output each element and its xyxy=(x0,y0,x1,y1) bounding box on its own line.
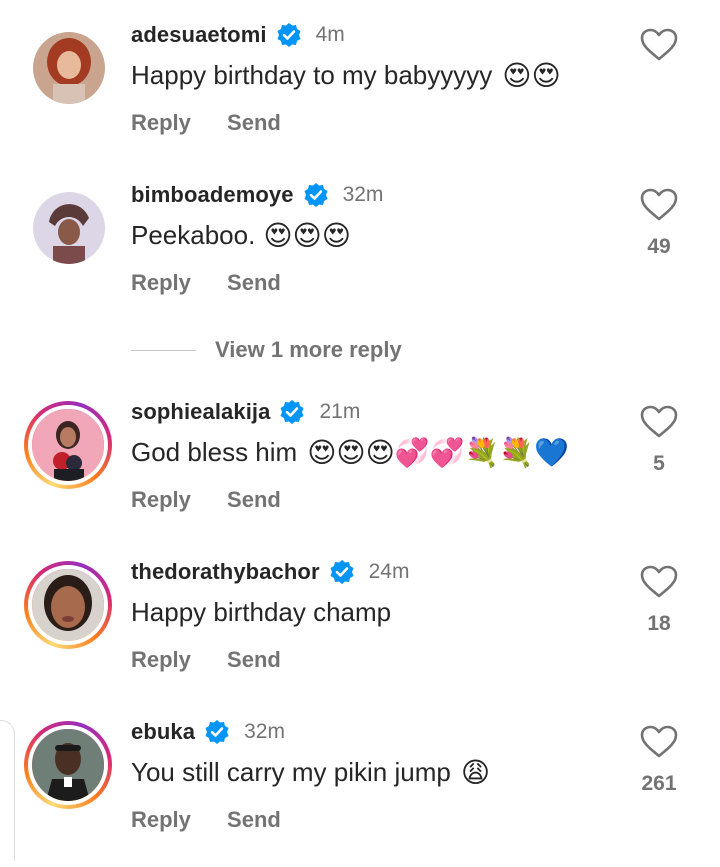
verified-badge-icon xyxy=(277,23,301,47)
heart-outline-icon[interactable] xyxy=(640,28,678,62)
comment-actions: Reply Send xyxy=(131,110,281,136)
comment-body: Happy birthday champ xyxy=(131,597,392,627)
send-button[interactable]: Send xyxy=(227,487,281,512)
heart-outline-icon[interactable] xyxy=(640,405,678,439)
heart-outline-icon[interactable] xyxy=(640,188,678,222)
likes-count: 18 xyxy=(647,612,671,635)
comment-actions: Reply Send xyxy=(131,807,281,833)
avatar[interactable] xyxy=(24,721,112,809)
username[interactable]: thedorathybachor xyxy=(131,559,320,585)
avatar-image xyxy=(33,32,105,104)
verified-badge-icon xyxy=(205,720,229,744)
reply-button[interactable]: Reply xyxy=(131,647,191,672)
username[interactable]: sophiealakija xyxy=(131,399,270,425)
comment-time: 4m xyxy=(315,23,345,46)
comment-emojis: 😩 xyxy=(460,755,491,789)
likes-count: 49 xyxy=(647,235,671,258)
view-more-replies-label[interactable]: View 1 more reply xyxy=(215,337,402,363)
heart-outline-icon[interactable] xyxy=(640,565,678,599)
avatar[interactable] xyxy=(33,192,105,264)
comment-actions: Reply Send xyxy=(131,487,281,513)
avatar[interactable] xyxy=(24,401,112,489)
comment-header: ebuka 32m xyxy=(131,717,285,747)
username[interactable]: ebuka xyxy=(131,719,195,745)
comment-emojis: 😍😍😍 xyxy=(263,218,351,252)
comment-header: adesuaetomi 4m xyxy=(131,20,345,50)
verified-badge-icon xyxy=(280,400,304,424)
avatar[interactable] xyxy=(33,32,105,104)
comment-item: sophiealakija 21m God bless him 😍😍😍💞💞💐💐💙… xyxy=(0,397,720,547)
comment-header: thedorathybachor 24m xyxy=(131,557,409,587)
comment-emojis: 😍😍 xyxy=(502,58,561,92)
comment-header: sophiealakija 21m xyxy=(131,397,360,427)
avatar-image xyxy=(28,725,108,805)
comment-actions: Reply Send xyxy=(131,647,281,673)
comment-header: bimboademoye 32m xyxy=(131,180,383,210)
comment-time: 32m xyxy=(244,720,285,743)
avatar-image xyxy=(28,565,108,645)
comment-time: 32m xyxy=(342,183,384,206)
comment-body: God bless him xyxy=(131,437,298,467)
comment-time: 24m xyxy=(368,560,410,583)
username[interactable]: adesuaetomi xyxy=(131,22,267,48)
reply-button[interactable]: Reply xyxy=(131,807,191,832)
likes-count: 5 xyxy=(653,452,665,475)
comment-emojis: 😍😍😍💞💞💐💐💙 xyxy=(307,435,570,469)
comment-actions: Reply Send xyxy=(131,270,281,296)
reply-button[interactable]: Reply xyxy=(131,487,191,512)
heart-outline-icon[interactable] xyxy=(640,725,678,759)
comment-text: You still carry my pikin jump 😩 xyxy=(131,757,490,788)
comment-item: bimboademoye 32m Peekaboo. 😍😍😍 Reply Sen… xyxy=(0,180,720,330)
verified-badge-icon xyxy=(330,560,354,584)
comment-item: thedorathybachor 24m Happy birthday cham… xyxy=(0,557,720,707)
comment-time: 21m xyxy=(319,400,361,423)
avatar-image xyxy=(28,405,108,485)
view-more-replies[interactable]: View 1 more reply xyxy=(131,335,402,365)
comment-body: Peekaboo. xyxy=(131,220,256,250)
send-button[interactable]: Send xyxy=(227,110,281,135)
reply-button[interactable]: Reply xyxy=(131,110,191,135)
divider xyxy=(131,349,196,351)
reply-button[interactable]: Reply xyxy=(131,270,191,295)
verified-badge-icon xyxy=(304,183,328,207)
likes-count: 261 xyxy=(641,772,677,795)
username[interactable]: bimboademoye xyxy=(131,182,294,208)
send-button[interactable]: Send xyxy=(227,270,281,295)
comment-text: Happy birthday to my babyyyyy 😍😍 xyxy=(131,60,561,91)
comment-item: ebuka 32m You still carry my pikin jump … xyxy=(0,717,720,867)
avatar-image xyxy=(33,192,105,264)
comment-text: Happy birthday champ xyxy=(131,597,391,628)
comment-text: God bless him 😍😍😍💞💞💐💐💙 xyxy=(131,437,569,468)
comment-body: You still carry my pikin jump xyxy=(131,757,451,787)
avatar[interactable] xyxy=(24,561,112,649)
send-button[interactable]: Send xyxy=(227,807,281,832)
comment-item: adesuaetomi 4m Happy birthday to my baby… xyxy=(0,20,720,170)
send-button[interactable]: Send xyxy=(227,647,281,672)
comment-text: Peekaboo. 😍😍😍 xyxy=(131,220,351,251)
comment-body: Happy birthday to my babyyyyy xyxy=(131,60,493,90)
